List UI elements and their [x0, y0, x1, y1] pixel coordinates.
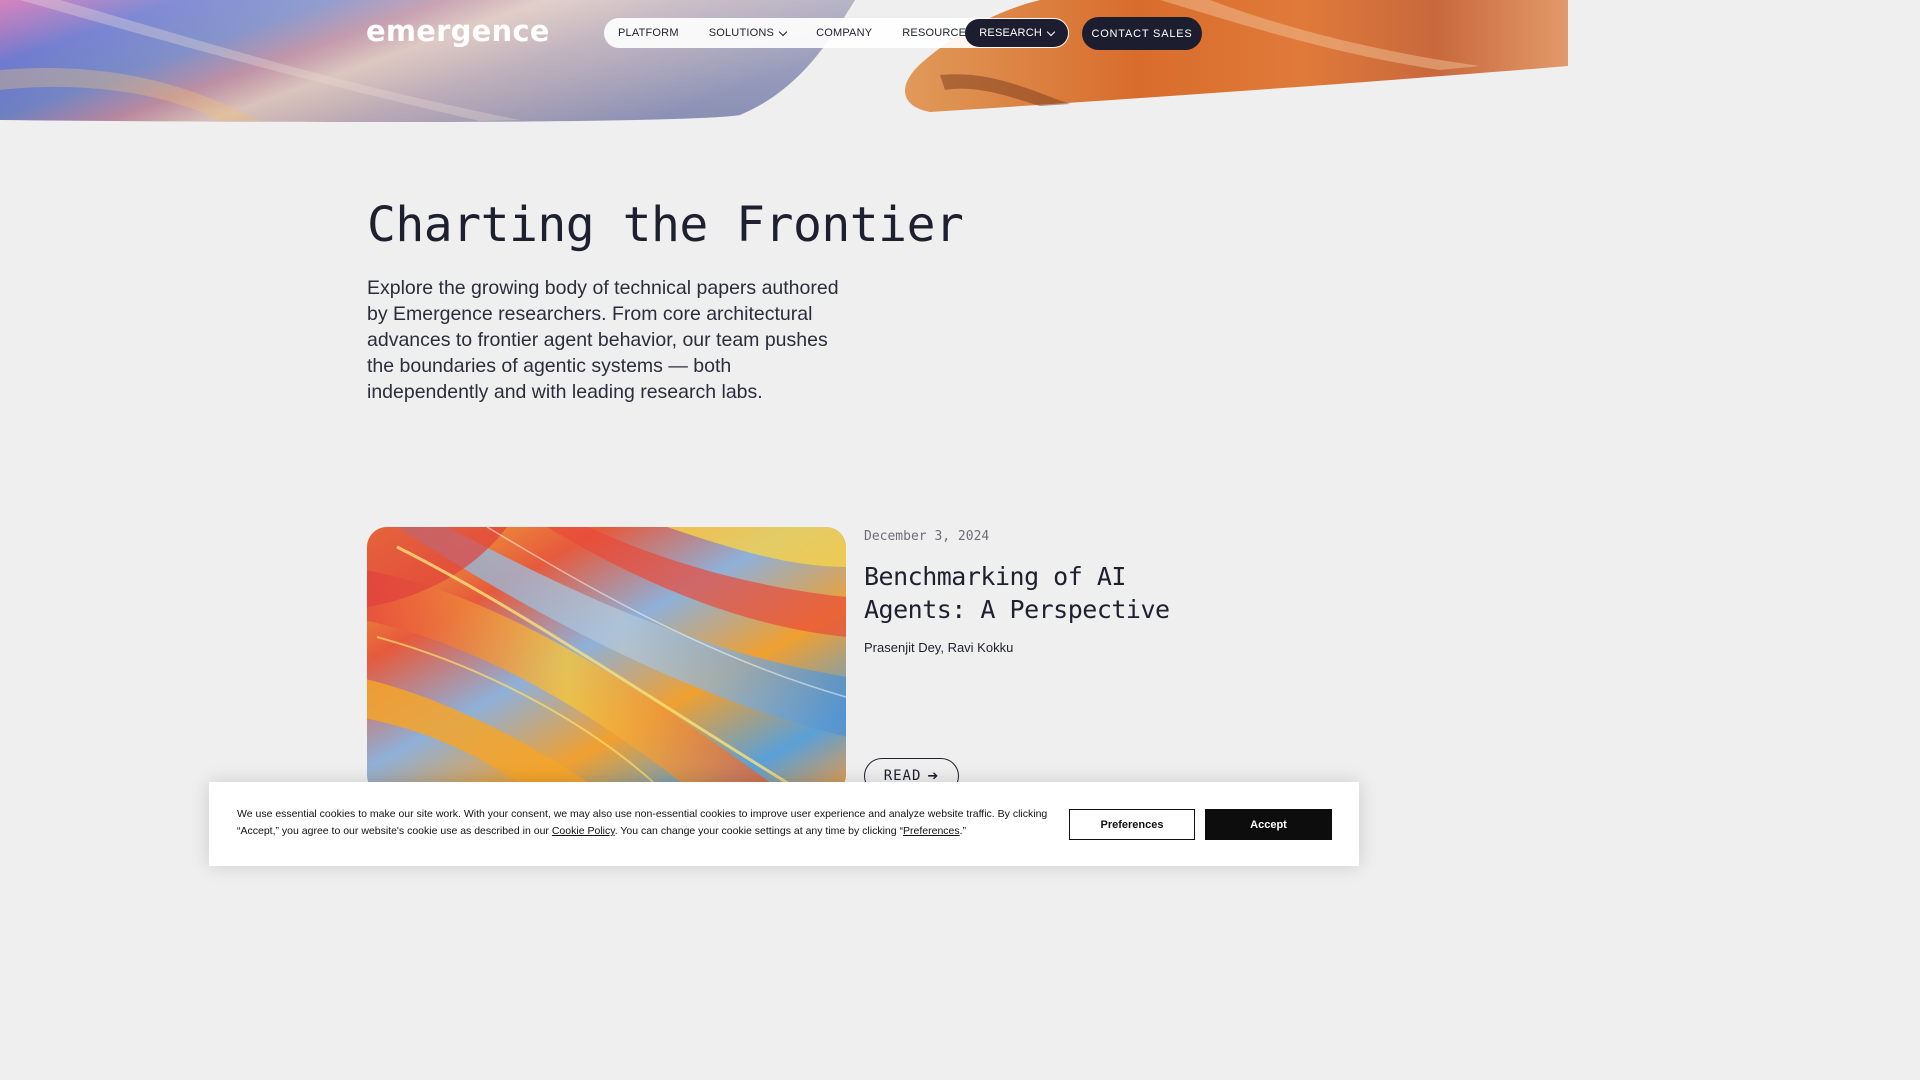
cookie-banner: We use essential cookies to make our sit…: [209, 782, 1359, 866]
nav-item-solutions[interactable]: SOLUTIONS: [708, 27, 788, 39]
cookie-policy-link[interactable]: Cookie Policy: [552, 825, 615, 837]
colorful-feathers-image: [367, 527, 846, 795]
cookie-text-part2: . You can change your cookie settings at…: [614, 825, 904, 837]
intro-paragraph: Explore the growing body of technical pa…: [367, 277, 839, 403]
preferences-button[interactable]: Preferences: [1069, 809, 1195, 840]
nav-item-label: RESOURCES: [902, 27, 974, 39]
cookie-text-part3: .”: [959, 825, 967, 837]
featured-paper-image[interactable]: [367, 527, 846, 795]
page-title: Charting the Frontier: [367, 197, 964, 253]
paper-authors: Prasenjit Dey, Ravi Kokku: [864, 640, 1014, 655]
chevron-down-icon: [1046, 27, 1056, 36]
nav-item-label: PLATFORM: [618, 27, 679, 39]
paper-title[interactable]: Benchmarking of AI Agents: A Perspective: [864, 560, 1184, 626]
nav-item-label: RESEARCH: [979, 27, 1042, 39]
main-navigation: PLATFORM SOLUTIONS COMPANY RESOURCES RES…: [604, 18, 1069, 48]
nav-item-label: COMPANY: [816, 27, 873, 39]
accept-button[interactable]: Accept: [1205, 809, 1332, 840]
chevron-down-icon: [778, 27, 788, 36]
nav-item-company[interactable]: COMPANY: [816, 27, 872, 39]
nav-item-platform[interactable]: PLATFORM: [618, 27, 679, 39]
nav-item-research[interactable]: RESEARCH: [965, 19, 1068, 47]
contact-sales-button[interactable]: CONTACT SALES: [1082, 17, 1202, 50]
preferences-link[interactable]: Preferences: [903, 825, 960, 837]
nav-item-label: SOLUTIONS: [708, 27, 775, 39]
cookie-banner-text: We use essential cookies to make our sit…: [237, 806, 1057, 840]
paper-date: December 3, 2024: [864, 529, 990, 544]
emergence-logo[interactable]: emergence: [366, 14, 550, 48]
